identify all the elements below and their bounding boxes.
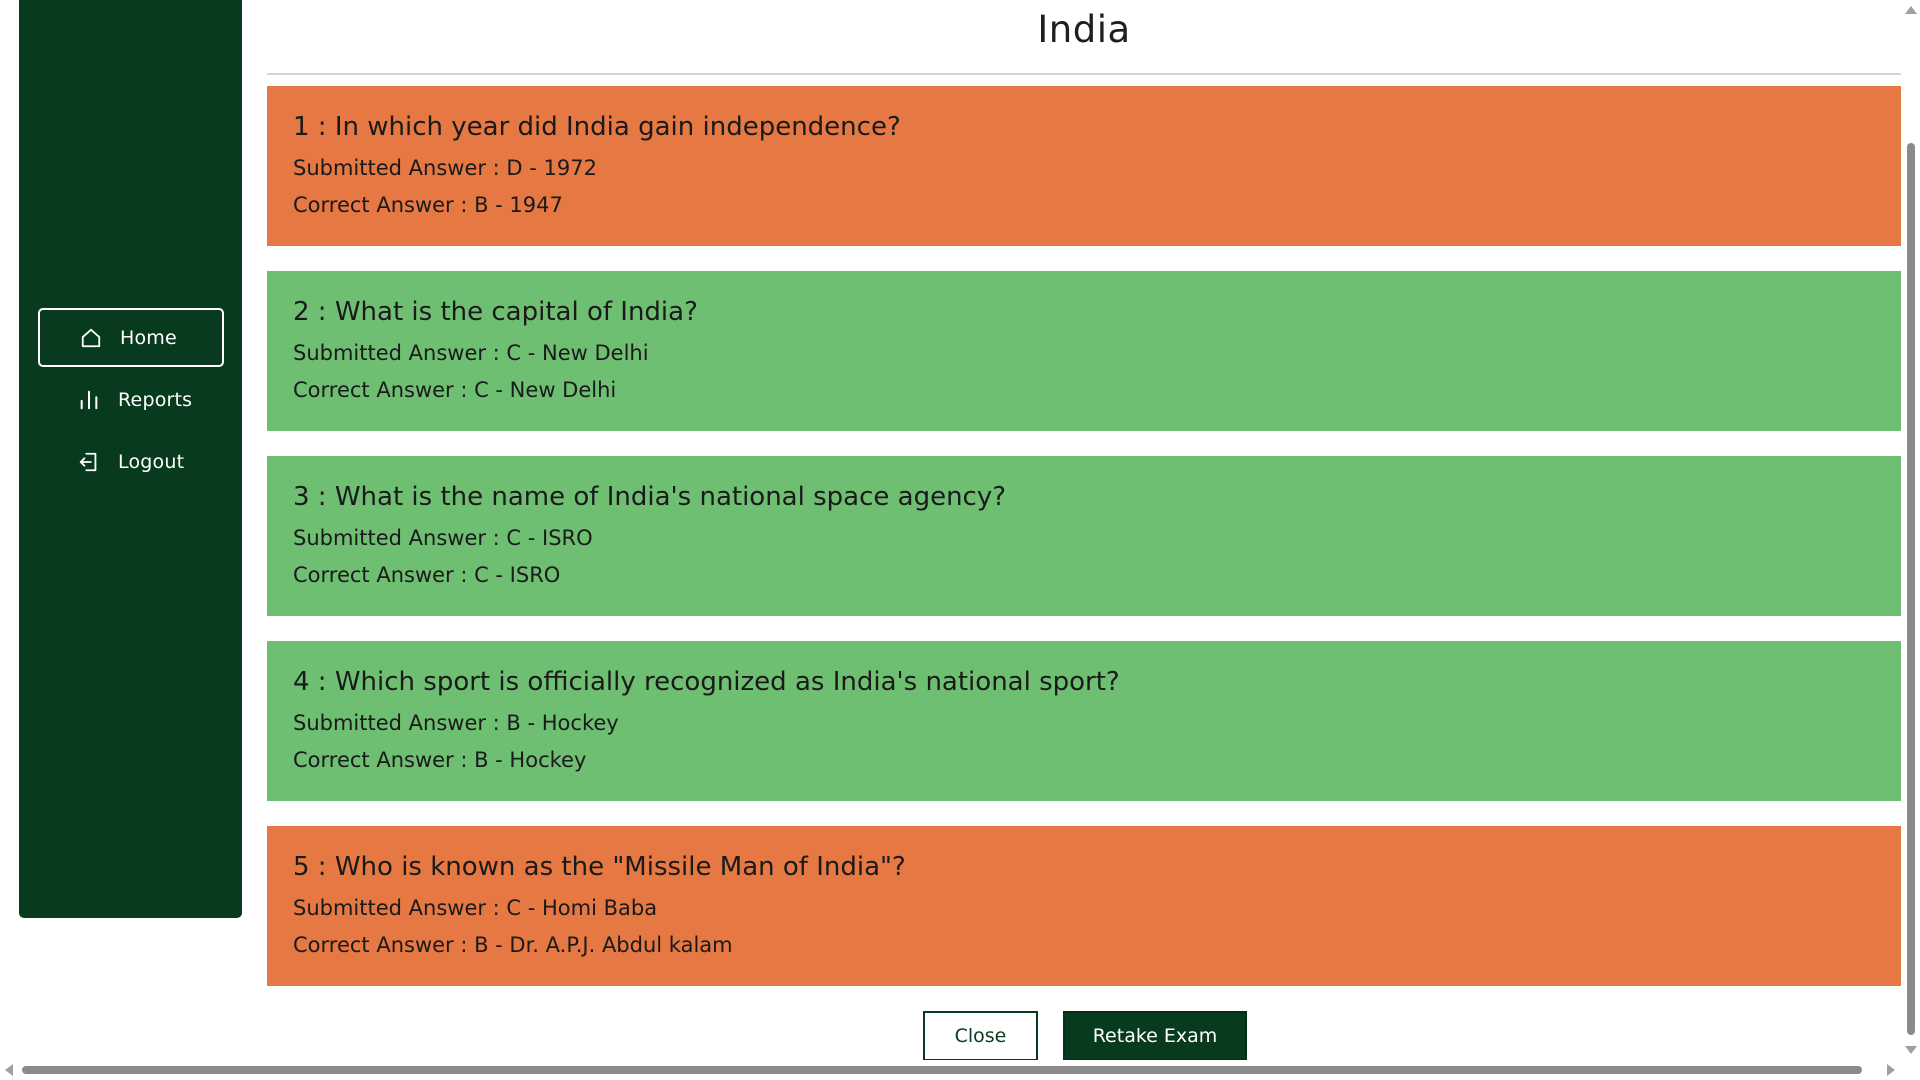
question-card: 5 : Who is known as the "Missile Man of … xyxy=(267,826,1901,986)
scroll-right-arrow-icon[interactable] xyxy=(1887,1064,1895,1076)
scroll-left-arrow-icon[interactable] xyxy=(5,1064,13,1076)
sidebar-item-label: Reports xyxy=(118,388,193,411)
question-card: 3 : What is the name of India's national… xyxy=(267,456,1901,616)
question-card: 1 : In which year did India gain indepen… xyxy=(267,86,1901,246)
correct-answer: Correct Answer : B - 1947 xyxy=(293,193,563,217)
correct-answer: Correct Answer : B - Hockey xyxy=(293,748,587,772)
question-card: 2 : What is the capital of India? Submit… xyxy=(267,271,1901,431)
bar-chart-icon xyxy=(76,387,102,413)
question-text: 5 : Who is known as the "Missile Man of … xyxy=(293,852,906,882)
sidebar-item-label: Home xyxy=(120,326,177,349)
horizontal-scrollbar[interactable] xyxy=(0,1060,1901,1080)
question-text: 1 : In which year did India gain indepen… xyxy=(293,112,901,142)
scroll-up-arrow-icon[interactable] xyxy=(1905,6,1917,14)
sidebar: Home Reports Logout xyxy=(19,0,242,918)
submitted-answer: Submitted Answer : C - Homi Baba xyxy=(293,896,658,920)
results-panel: India 1 : In which year did India gain i… xyxy=(267,0,1901,1061)
close-button[interactable]: Close xyxy=(923,1011,1038,1061)
sidebar-item-logout[interactable]: Logout xyxy=(38,432,224,491)
submitted-answer: Submitted Answer : D - 1972 xyxy=(293,156,597,180)
sidebar-item-reports[interactable]: Reports xyxy=(38,370,224,429)
vertical-scrollbar[interactable] xyxy=(1901,0,1920,1060)
question-text: 4 : Which sport is officially recognized… xyxy=(293,667,1120,697)
correct-answer: Correct Answer : B - Dr. A.P.J. Abdul ka… xyxy=(293,933,733,957)
question-card: 4 : Which sport is officially recognized… xyxy=(267,641,1901,801)
home-icon xyxy=(78,325,104,351)
logout-icon xyxy=(76,449,102,475)
horizontal-scroll-thumb[interactable] xyxy=(22,1066,1862,1074)
title-divider xyxy=(267,73,1901,75)
submitted-answer: Submitted Answer : B - Hockey xyxy=(293,711,619,735)
retake-exam-button[interactable]: Retake Exam xyxy=(1063,1011,1247,1061)
page-title: India xyxy=(1037,8,1131,51)
vertical-scroll-thumb[interactable] xyxy=(1907,143,1915,1035)
submitted-answer: Submitted Answer : C - ISRO xyxy=(293,526,593,550)
correct-answer: Correct Answer : C - ISRO xyxy=(293,563,561,587)
correct-answer: Correct Answer : C - New Delhi xyxy=(293,378,617,402)
submitted-answer: Submitted Answer : C - New Delhi xyxy=(293,341,649,365)
sidebar-item-home[interactable]: Home xyxy=(38,308,224,367)
page: Home Reports Logout India 1: In which y… xyxy=(0,0,1920,1080)
question-text: 3 : What is the name of India's national… xyxy=(293,482,1007,512)
scroll-down-arrow-icon[interactable] xyxy=(1905,1046,1917,1054)
sidebar-item-label: Logout xyxy=(118,450,185,473)
question-text: 2 : What is the capital of India? xyxy=(293,297,698,327)
